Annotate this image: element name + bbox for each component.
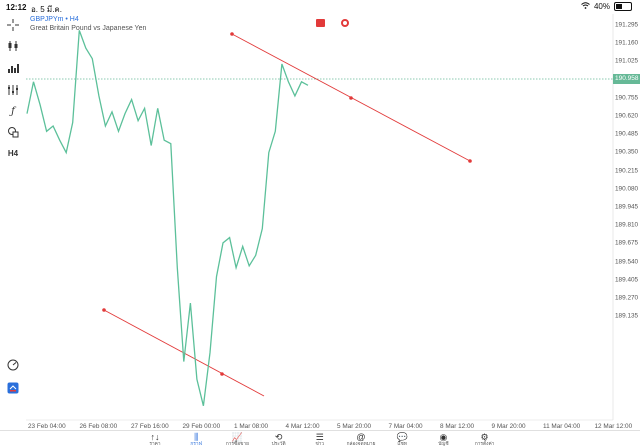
price-tick: 189.675 [615, 239, 639, 247]
chat-icon: 💬 [396, 432, 408, 442]
time-tick: 27 Feb 16:00 [131, 423, 169, 430]
nav-trade[interactable]: 📈 การซื้อขาย [217, 432, 257, 447]
trendline-lower-handle[interactable] [102, 308, 106, 312]
price-line[interactable] [26, 30, 309, 406]
account-icon: ◉ [439, 432, 448, 442]
price-tick: 189.135 [615, 312, 639, 320]
price-chart[interactable] [0, 0, 640, 430]
nav-quotes[interactable]: ↑↓ ราคา [135, 432, 175, 447]
mailbox-icon: @ [356, 432, 366, 442]
nav-label: การตั้งค่า [474, 442, 495, 447]
trade-icon: 📈 [231, 432, 243, 442]
nav-chart[interactable]: ⫼ กราฟ [176, 432, 216, 447]
nav-chat[interactable]: 💬 แชท [382, 432, 422, 447]
price-tick: 190.215 [615, 167, 639, 175]
settings-icon: ⚙ [480, 432, 489, 442]
trendline-lower[interactable] [103, 309, 265, 397]
history-icon: ⟲ [274, 432, 283, 442]
price-axis: 191.295191.160191.025190.890190.755190.6… [613, 0, 640, 430]
price-tick: 190.350 [615, 148, 639, 156]
price-tick: 190.485 [615, 130, 639, 138]
time-tick: 26 Feb 08:00 [79, 423, 118, 430]
nav-label: ประวัติ [271, 442, 286, 447]
time-tick: 11 Mar 04:00 [543, 423, 581, 430]
nav-label: กล่องจดหมาย [346, 442, 376, 447]
time-tick: 12 Mar 12:00 [594, 423, 633, 430]
time-tick: 7 Mar 04:00 [388, 423, 423, 430]
trendline-upper-handle[interactable] [230, 32, 234, 36]
nav-account[interactable]: ◉ บัญชี [423, 432, 463, 447]
time-tick: 1 Mar 08:00 [234, 423, 269, 430]
trendlines-layer [102, 32, 472, 397]
current-price-label: 190.958 [613, 74, 640, 84]
nav-label: บัญชี [438, 442, 449, 447]
time-tick: 4 Mar 12:00 [285, 423, 320, 430]
chart-icon: ⫼ [194, 432, 199, 442]
price-tick: 190.620 [615, 112, 639, 120]
price-tick: 189.945 [615, 203, 639, 211]
nav-history[interactable]: ⟲ ประวัติ [259, 432, 299, 447]
price-tick: 189.540 [615, 258, 639, 266]
price-tick: 191.160 [615, 39, 639, 47]
time-tick: 23 Feb 04:00 [28, 423, 66, 430]
trendline-lower-handle[interactable] [220, 372, 224, 376]
trendline-upper-handle[interactable] [349, 96, 353, 100]
time-tick: 5 Mar 20:00 [337, 423, 372, 430]
nav-news[interactable]: ☰ ข่าว [300, 432, 340, 447]
time-tick: 29 Feb 00:00 [182, 423, 221, 430]
price-tick: 191.295 [615, 21, 639, 29]
nav-settings[interactable]: ⚙ การตั้งค่า [465, 432, 505, 447]
nav-label: กราฟ [190, 442, 202, 447]
time-tick: 8 Mar 12:00 [440, 423, 475, 430]
price-tick: 189.810 [615, 221, 639, 229]
news-icon: ☰ [315, 432, 324, 442]
trendline-upper-handle[interactable] [468, 159, 472, 163]
price-tick: 189.405 [615, 276, 639, 284]
bottom-nav: ↑↓ ราคา ⫼ กราฟ 📈 การซื้อขาย ⟲ ประวัติ ☰ ข่าว @ กล่อ… [0, 430, 640, 448]
price-tick: 190.755 [615, 94, 639, 102]
quotes-icon: ↑↓ [150, 432, 160, 442]
price-tick: 191.025 [615, 57, 639, 65]
nav-mailbox[interactable]: @ กล่องจดหมาย [341, 432, 381, 447]
price-tick: 190.080 [615, 185, 639, 193]
nav-label: การซื้อขาย [225, 442, 249, 447]
series-layer [26, 30, 309, 406]
nav-label: ข่าว [315, 442, 325, 447]
nav-label: แชท [397, 442, 407, 447]
nav-label: ราคา [149, 442, 161, 447]
price-tick: 189.270 [615, 294, 639, 302]
time-tick: 9 Mar 20:00 [491, 423, 526, 430]
